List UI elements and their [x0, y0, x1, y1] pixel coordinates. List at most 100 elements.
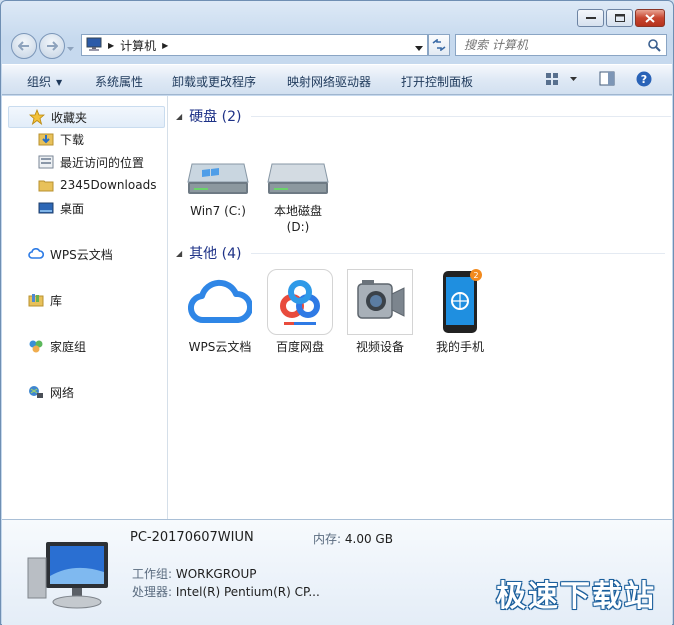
- group-header-disks[interactable]: ◢ 硬盘 (2): [176, 106, 672, 126]
- sidebar-item-label: 2345Downloads: [60, 178, 157, 192]
- map-network-drive-button[interactable]: 映射网络驱动器: [287, 73, 371, 90]
- tile-baidu-netdisk[interactable]: 百度网盘: [264, 269, 336, 355]
- drive-label: Win7 (C:): [190, 204, 246, 218]
- sidebar-item-desktop[interactable]: 桌面: [38, 197, 84, 219]
- refresh-icon: [432, 39, 446, 51]
- hard-disk-icon: [267, 163, 329, 194]
- system-properties-button[interactable]: 系统属性: [95, 73, 143, 90]
- tile-label: WPS云文档: [188, 340, 252, 354]
- downloads-folder-icon: [38, 131, 54, 147]
- sidebar-item-wps-cloud[interactable]: WPS云文档: [28, 243, 113, 265]
- video-camera-icon: [347, 269, 413, 335]
- search-box[interactable]: [455, 34, 667, 56]
- tile-video-device[interactable]: 视频设备: [344, 269, 416, 355]
- sidebar-item-favorites[interactable]: 收藏夹: [8, 106, 165, 128]
- sidebar-item-label: 网络: [50, 385, 75, 400]
- sidebar-item-label: 桌面: [60, 201, 85, 216]
- details-pane: PC-20170607WIUN 内存: 4.00 GB 工作组: WORKGRO…: [2, 519, 672, 625]
- memory-info: 内存: 4.00 GB: [313, 530, 393, 547]
- help-button[interactable]: ?: [636, 71, 652, 90]
- chevron-down-icon: [67, 47, 74, 51]
- maximize-icon: [614, 14, 625, 22]
- organize-menu[interactable]: 组织 ▼: [27, 73, 62, 90]
- address-box[interactable]: ▶ 计算机 ▶: [81, 34, 428, 56]
- windows-drive-icon: [187, 163, 249, 194]
- sidebar-item-label: 收藏夹: [51, 110, 88, 125]
- tile-label: 我的手机: [435, 340, 484, 354]
- sidebar-item-label: 下载: [60, 132, 85, 147]
- command-bar: 组织 ▼ 系统属性 卸载或更改程序 映射网络驱动器 打开控制面板 ?: [2, 64, 672, 95]
- sidebar-item-homegroup[interactable]: 家庭组: [28, 335, 86, 357]
- baidu-netdisk-icon: [267, 269, 333, 335]
- tile-label: 视频设备: [355, 340, 404, 354]
- navigation-pane: 收藏夹 下载 最近访问的位置 2345Downloads 桌面 WPS云文档 库…: [2, 96, 168, 519]
- preview-pane-button[interactable]: [599, 71, 615, 90]
- minimize-icon: [585, 17, 596, 19]
- close-icon: [645, 13, 655, 23]
- search-icon[interactable]: [648, 39, 661, 55]
- sidebar-item-label: WPS云文档: [50, 247, 113, 262]
- group-header-other[interactable]: ◢ 其他 (4): [176, 243, 666, 263]
- change-view-button[interactable]: [545, 71, 579, 90]
- watermark-text: 极速下载站: [496, 579, 656, 614]
- collapse-triangle-icon[interactable]: ◢: [176, 112, 182, 121]
- breadcrumb-separator-icon[interactable]: ▶: [108, 41, 114, 50]
- svg-text:2: 2: [473, 271, 478, 280]
- processor-label: 处理器:: [132, 585, 173, 599]
- homegroup-icon: [28, 338, 44, 354]
- processor-info: 处理器: Intel(R) Pentium(R) CP...: [132, 583, 320, 600]
- sidebar-item-recent-places[interactable]: 最近访问的位置: [38, 151, 144, 173]
- breadcrumb-separator-icon[interactable]: ▶: [162, 41, 168, 50]
- workgroup-label: 工作组:: [132, 567, 173, 581]
- memory-label: 内存:: [313, 532, 342, 546]
- sidebar-item-2345downloads[interactable]: 2345Downloads: [38, 174, 156, 196]
- phone-icon: 2: [427, 269, 493, 335]
- drive-label: 本地磁盘 (D:): [273, 204, 322, 234]
- sidebar-item-network[interactable]: 网络: [28, 381, 74, 403]
- cloud-icon: [28, 246, 44, 262]
- svg-text:?: ?: [641, 73, 647, 86]
- close-button[interactable]: [635, 9, 665, 27]
- recent-places-icon: [38, 154, 54, 170]
- back-button[interactable]: [11, 33, 37, 59]
- tile-wps-cloud[interactable]: WPS云文档: [184, 269, 256, 355]
- folder-icon: [38, 177, 54, 193]
- forward-button[interactable]: [39, 33, 65, 59]
- group-title: 硬盘 (2): [189, 109, 242, 125]
- computer-large-icon: [24, 540, 114, 615]
- drive-c[interactable]: Win7 (C:): [178, 158, 258, 219]
- memory-value: 4.00 GB: [344, 532, 393, 546]
- maximize-button[interactable]: [606, 9, 633, 27]
- minimize-button[interactable]: [577, 9, 604, 27]
- address-dropdown[interactable]: [415, 40, 423, 54]
- sidebar-item-label: 家庭组: [50, 339, 87, 354]
- computer-icon: [86, 37, 102, 54]
- chevron-down-icon: [415, 46, 423, 51]
- tile-my-phone[interactable]: 2 我的手机: [424, 269, 496, 355]
- search-input[interactable]: [464, 38, 644, 52]
- sidebar-item-library[interactable]: 库: [28, 289, 62, 311]
- address-row: ▶ 计算机 ▶: [9, 33, 667, 59]
- open-control-panel-button[interactable]: 打开控制面板: [401, 73, 473, 90]
- refresh-button[interactable]: [428, 34, 450, 56]
- library-icon: [28, 292, 44, 308]
- workgroup-info: 工作组: WORKGROUP: [132, 565, 257, 582]
- star-icon: [29, 109, 45, 125]
- processor-value: Intel(R) Pentium(R) CP...: [175, 585, 320, 599]
- recent-pages-dropdown[interactable]: [67, 41, 74, 55]
- desktop-icon: [38, 200, 54, 216]
- uninstall-program-button[interactable]: 卸载或更改程序: [172, 73, 256, 90]
- help-icon: ?: [636, 71, 652, 87]
- back-arrow-icon: [18, 41, 29, 51]
- group-divider: [251, 252, 666, 254]
- explorer-window: ▶ 计算机 ▶ 组织 ▼ 系统属性 卸载或更改程序 映射网络驱动器 打开控制面板: [0, 0, 674, 625]
- breadcrumb-computer[interactable]: 计算机: [120, 37, 156, 54]
- drive-d[interactable]: 本地磁盘 (D:): [258, 158, 338, 235]
- collapse-triangle-icon[interactable]: ◢: [176, 249, 182, 258]
- sidebar-item-downloads[interactable]: 下载: [38, 128, 84, 150]
- organize-label: 组织: [27, 75, 52, 89]
- view-grid-icon: [546, 73, 577, 85]
- preview-pane-icon: [599, 71, 615, 86]
- forward-arrow-icon: [47, 41, 58, 51]
- sidebar-item-label: 库: [50, 293, 63, 308]
